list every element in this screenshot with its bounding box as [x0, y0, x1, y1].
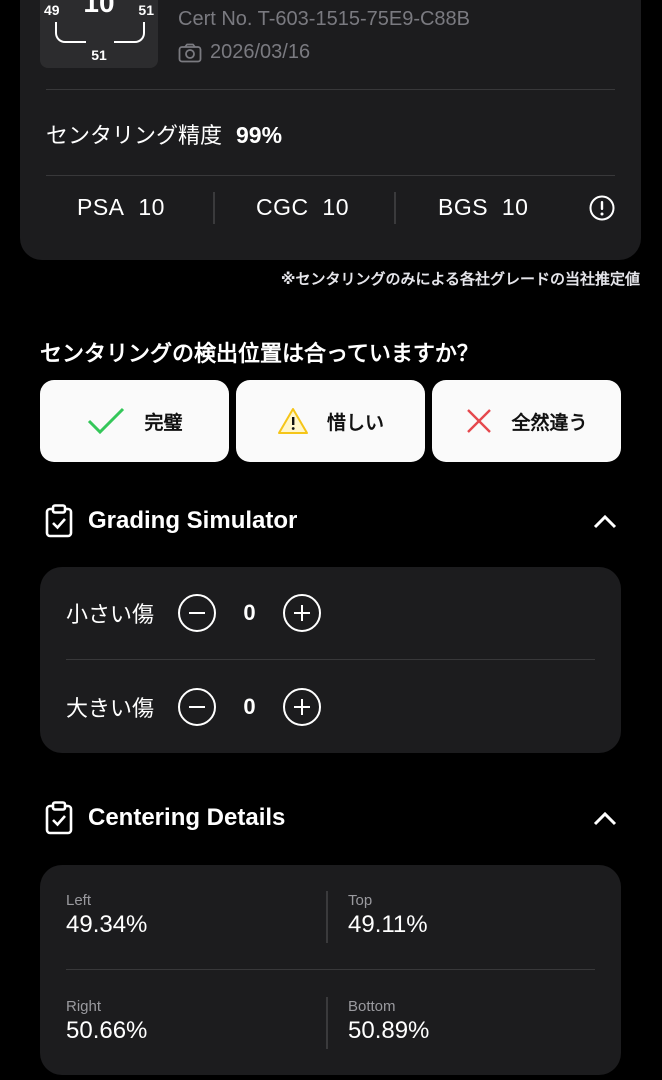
centering-top-label: Top	[348, 892, 373, 909]
feedback-wrong-button[interactable]: 全然違う	[432, 380, 621, 462]
centering-left: Left 49.34%	[66, 892, 147, 939]
centering-details-panel: Left 49.34% Top 49.11% Right 50.66% Bott…	[40, 865, 621, 1075]
centering-bottom-value: 50.89%	[348, 1017, 430, 1044]
divider	[66, 659, 595, 660]
small-scratch-increment-button[interactable]	[283, 594, 321, 632]
camera-icon	[178, 43, 202, 62]
scan-date-text: 2026/03/16	[210, 41, 311, 63]
clipboard-check-icon	[45, 801, 73, 835]
centering-details-title: Centering Details	[88, 804, 286, 831]
feedback-perfect-label: 完璧	[144, 411, 183, 434]
small-scratch-label: 小さい傷	[66, 603, 155, 628]
small-scratch-row: 小さい傷 0	[66, 594, 321, 632]
clipboard-check-icon	[45, 504, 73, 538]
chevron-up-icon[interactable]	[592, 514, 618, 530]
large-scratch-label: 大きい傷	[66, 697, 155, 722]
centering-left-label: Left	[66, 892, 92, 909]
scan-date: 2026/03/16	[178, 41, 310, 64]
cert-number: Cert No. T-603-1515-75E9-C88B	[178, 8, 471, 30]
centering-precision: センタリング精度 99%	[46, 118, 282, 150]
centering-right-value: 50.66%	[66, 1017, 148, 1044]
detail-separator	[326, 997, 328, 1049]
feedback-perfect-button[interactable]: 完璧	[40, 380, 229, 462]
right-score: 51	[138, 2, 154, 18]
grade-cgc: CGC 10	[256, 194, 349, 220]
grading-simulator-title: Grading Simulator	[88, 507, 298, 534]
large-scratch-count: 0	[243, 694, 256, 719]
left-score: 49	[44, 2, 60, 18]
centering-details-header[interactable]: Centering Details	[44, 801, 285, 835]
grade-psa: PSA 10	[77, 194, 165, 220]
warning-icon	[277, 408, 308, 434]
info-icon[interactable]	[588, 194, 616, 222]
feedback-question: センタリングの検出位置は合っていますか？	[40, 342, 479, 367]
score-thumbnail[interactable]: 10 49 51 51	[40, 0, 158, 68]
feedback-close-label: 惜しい	[326, 411, 384, 434]
small-scratch-decrement-button[interactable]	[178, 594, 216, 632]
grade-separator	[213, 192, 215, 224]
centering-right-label: Right	[66, 998, 102, 1015]
grade-estimates: PSA 10 CGC 10 BGS 10	[20, 190, 641, 230]
large-scratch-row: 大きい傷 0	[66, 688, 321, 726]
small-scratch-count: 0	[243, 600, 256, 625]
detail-separator	[326, 891, 328, 943]
cross-icon	[467, 409, 492, 433]
feedback-close-button[interactable]: 惜しい	[236, 380, 425, 462]
centering-right: Right 50.66%	[66, 998, 147, 1045]
grade-note: ※センタリングのみによる各社グレードの当社推定値	[280, 270, 640, 288]
grading-simulator-header[interactable]: Grading Simulator	[44, 504, 297, 538]
precision-label: センタリング精度	[46, 124, 223, 149]
centering-left-value: 49.34%	[66, 911, 148, 938]
grading-simulator-panel: 小さい傷 0 大きい傷 0	[40, 567, 621, 753]
check-icon	[88, 407, 125, 435]
divider	[46, 89, 615, 90]
chevron-up-icon[interactable]	[592, 811, 618, 827]
large-scratch-increment-button[interactable]	[283, 688, 321, 726]
score-card: 10 49 51 51 Cert No. T-603-1515-75E9-C88…	[20, 0, 641, 260]
grade-separator	[394, 192, 396, 224]
precision-value: 99%	[236, 122, 283, 148]
grade-bgs: BGS 10	[438, 194, 529, 220]
feedback-wrong-label: 全然違う	[511, 411, 588, 434]
divider	[66, 969, 595, 970]
centering-top: Top 49.11%	[348, 892, 428, 939]
centering-bottom: Bottom 50.89%	[348, 998, 429, 1045]
large-scratch-decrement-button[interactable]	[178, 688, 216, 726]
divider	[46, 175, 615, 176]
centering-top-value: 49.11%	[348, 911, 428, 938]
centering-bottom-label: Bottom	[348, 998, 396, 1015]
bottom-score: 51	[91, 47, 107, 63]
